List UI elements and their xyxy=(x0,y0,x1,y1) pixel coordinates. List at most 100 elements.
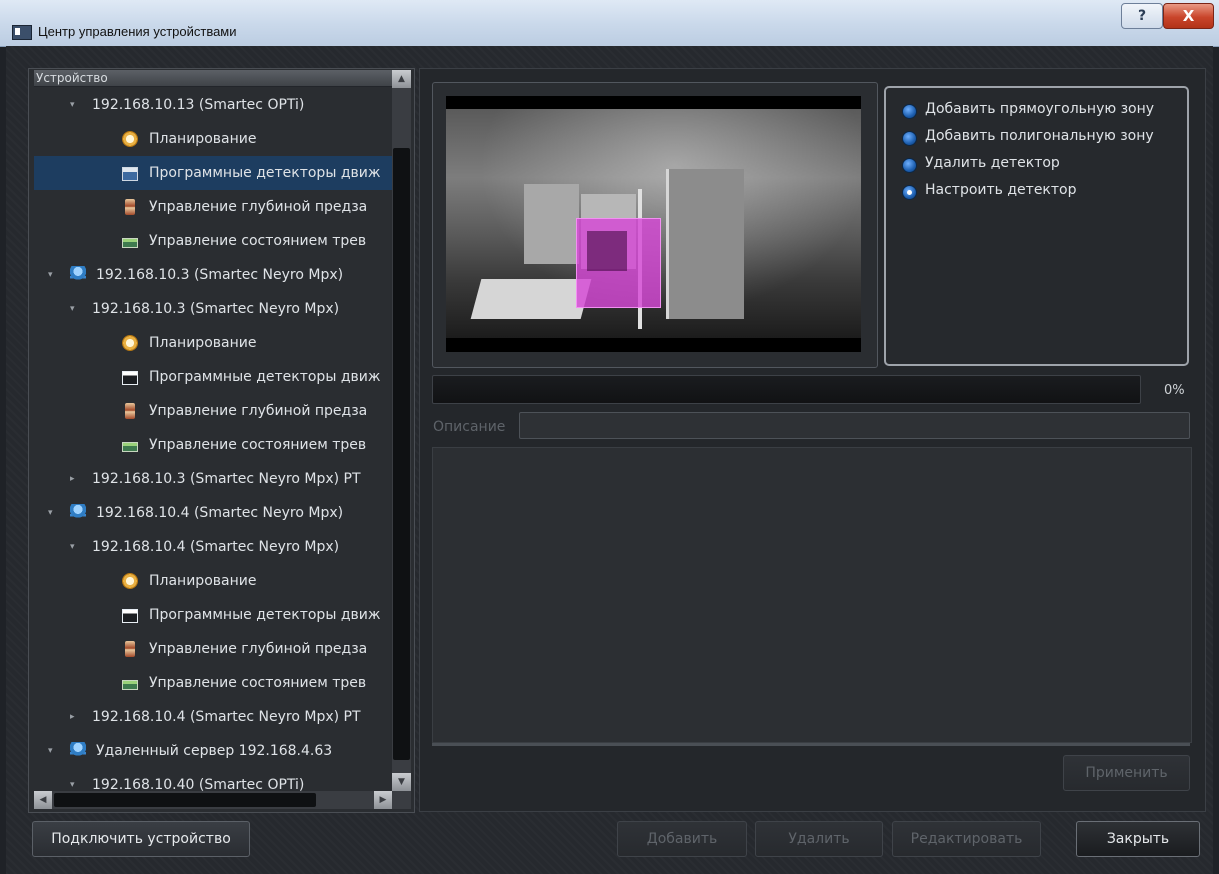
clock-icon xyxy=(122,335,138,351)
clock-icon xyxy=(122,131,138,147)
tree-row-label: 192.168.10.3 (Smartec Neyro Mpx) PT xyxy=(92,471,361,487)
expand-arrow-icon[interactable]: ▾ xyxy=(70,768,80,791)
scene-desk xyxy=(470,279,592,319)
scroll-thumb[interactable] xyxy=(393,148,410,760)
scroll-up-arrow-icon[interactable]: ▲ xyxy=(392,70,411,88)
connect-device-button[interactable]: Подключить устройство xyxy=(32,821,250,857)
hourglass-icon xyxy=(125,199,135,215)
progress-percent: 0% xyxy=(1164,383,1185,398)
radio-button[interactable] xyxy=(902,158,917,173)
tree-row[interactable]: ▾ 192.168.10.3 (Smartec Neyro Mpx) xyxy=(34,292,392,326)
tree-row-label: Планирование xyxy=(149,131,257,147)
tree-row[interactable]: Управление состоянием трев xyxy=(34,666,392,700)
tree-row[interactable]: Программные детекторы движ xyxy=(34,156,392,190)
tree-row-label: Удаленный сервер 192.168.4.63 xyxy=(96,743,333,759)
zone-chair-shadow xyxy=(587,231,627,271)
scene-shelf xyxy=(666,169,744,319)
radio-button[interactable] xyxy=(902,131,917,146)
alarm-state-icon xyxy=(122,238,138,248)
tree-row[interactable]: Управление состоянием трев xyxy=(34,428,392,462)
expand-arrow-icon[interactable]: ▾ xyxy=(70,88,80,122)
tree-row-label: Программные детекторы движ xyxy=(149,607,381,623)
delete-button[interactable]: Удалить xyxy=(755,821,883,857)
tree-vertical-scrollbar[interactable]: ▲ ▼ xyxy=(392,70,411,791)
tree-row[interactable]: ▾ 192.168.10.4 (Smartec Neyro Mpx) xyxy=(34,496,392,530)
tree-row-label: 192.168.10.4 (Smartec Neyro Mpx) xyxy=(92,539,340,555)
tree-row-label: Планирование xyxy=(149,335,257,351)
collapse-arrow-icon[interactable]: ▸ xyxy=(70,462,80,496)
tree-row[interactable]: ▸ 192.168.10.4 (Smartec Neyro Mpx) PT xyxy=(34,700,392,734)
description-input[interactable] xyxy=(519,412,1190,439)
tree-row[interactable]: ▾ 192.168.10.4 (Smartec Neyro Mpx) xyxy=(34,530,392,564)
radio-label: Добавить прямоугольную зону xyxy=(925,101,1155,117)
tree-row-label: Управление глубиной предза xyxy=(149,199,368,215)
add-button[interactable]: Добавить xyxy=(617,821,747,857)
server-icon xyxy=(70,504,86,522)
tree-row-label: 192.168.10.40 (Smartec OPTi) xyxy=(92,777,305,791)
scroll-left-arrow-icon[interactable]: ◀ xyxy=(34,791,52,809)
hourglass-icon xyxy=(125,641,135,657)
tree-row-label: Управление глубиной предза xyxy=(149,641,368,657)
tree-horizontal-scrollbar[interactable]: ◀ ▶ xyxy=(34,791,392,809)
radio-label: Настроить детектор xyxy=(925,182,1077,198)
server-icon xyxy=(70,266,86,284)
motion-detection-zone[interactable] xyxy=(576,218,661,308)
expand-arrow-icon[interactable]: ▾ xyxy=(70,530,80,564)
window-title: Центр управления устройствами xyxy=(38,24,237,39)
tree-row-label: Управление состоянием трев xyxy=(149,437,367,453)
tree-row-label: 192.168.10.13 (Smartec OPTi) xyxy=(92,97,305,113)
motion-detector-icon xyxy=(122,371,138,385)
tree-row[interactable]: ▾ 192.168.10.3 (Smartec Neyro Mpx) xyxy=(34,258,392,292)
motion-detector-icon xyxy=(122,609,138,623)
apply-button[interactable]: Применить xyxy=(1063,755,1190,791)
window-titlebar: Центр управления устройствами ? X xyxy=(0,0,1219,47)
tree-row-label: 192.168.10.4 (Smartec Neyro Mpx) PT xyxy=(92,709,361,725)
tree-row-label: Программные детекторы движ xyxy=(149,369,381,385)
tree-row[interactable]: ▾ Удаленный сервер 192.168.4.63 xyxy=(34,734,392,768)
tree-row-label: Планирование xyxy=(149,573,257,589)
radio-button[interactable] xyxy=(902,185,917,200)
close-button[interactable]: Закрыть xyxy=(1076,821,1200,857)
tree-row[interactable]: Программные детекторы движ xyxy=(34,598,392,632)
app-window-icon xyxy=(12,25,32,40)
radio-label: Удалить детектор xyxy=(925,155,1060,171)
clock-icon xyxy=(122,573,138,589)
tree-row[interactable]: ▾ 192.168.10.13 (Smartec OPTi) xyxy=(34,88,392,122)
tree-row[interactable]: Программные детекторы движ xyxy=(34,360,392,394)
expand-arrow-icon[interactable]: ▾ xyxy=(70,292,80,326)
scroll-down-arrow-icon[interactable]: ▼ xyxy=(392,773,411,791)
alarm-state-icon xyxy=(122,442,138,452)
tree-row[interactable]: Управление глубиной предза xyxy=(34,632,392,666)
collapse-arrow-icon[interactable]: ▸ xyxy=(70,700,80,734)
scrollbar-corner xyxy=(392,791,411,809)
scroll-right-arrow-icon[interactable]: ▶ xyxy=(374,791,392,809)
tree-row[interactable]: Управление глубиной предза xyxy=(34,190,392,224)
tree-row[interactable]: Планирование xyxy=(34,564,392,598)
alarm-state-icon xyxy=(122,680,138,690)
tree-row-label: 192.168.10.3 (Smartec Neyro Mpx) xyxy=(96,267,344,283)
tree-row[interactable]: Управление состоянием трев xyxy=(34,224,392,258)
tree-row[interactable]: Планирование xyxy=(34,122,392,156)
tree-row-label: Программные детекторы движ xyxy=(149,165,381,181)
close-window-button[interactable]: X xyxy=(1163,3,1214,29)
edit-button[interactable]: Редактировать xyxy=(892,821,1041,857)
tree-row[interactable]: ▸ 192.168.10.3 (Smartec Neyro Mpx) PT xyxy=(34,462,392,496)
scroll-thumb-horizontal[interactable] xyxy=(54,793,316,807)
device-tree-header[interactable]: Устройство xyxy=(34,70,392,87)
help-button[interactable]: ? xyxy=(1121,3,1163,29)
expand-arrow-icon[interactable]: ▾ xyxy=(48,734,58,768)
radio-button[interactable] xyxy=(902,104,917,119)
tree-row[interactable]: Управление глубиной предза xyxy=(34,394,392,428)
camera-video-preview[interactable] xyxy=(446,96,861,352)
expand-arrow-icon[interactable]: ▾ xyxy=(48,496,58,530)
tree-row[interactable]: ▾ 192.168.10.40 (Smartec OPTi) xyxy=(34,768,392,791)
scene-cabinet xyxy=(524,184,579,264)
tree-row-label: Управление состоянием трев xyxy=(149,675,367,691)
device-tree[interactable]: ▾ 192.168.10.13 (Smartec OPTi) Планировани… xyxy=(34,88,392,791)
detector-content-area xyxy=(432,447,1192,743)
tree-row[interactable]: Планирование xyxy=(34,326,392,360)
progress-bar xyxy=(432,375,1141,404)
description-label: Описание xyxy=(433,419,506,435)
motion-detector-icon xyxy=(122,167,138,181)
expand-arrow-icon[interactable]: ▾ xyxy=(48,258,58,292)
